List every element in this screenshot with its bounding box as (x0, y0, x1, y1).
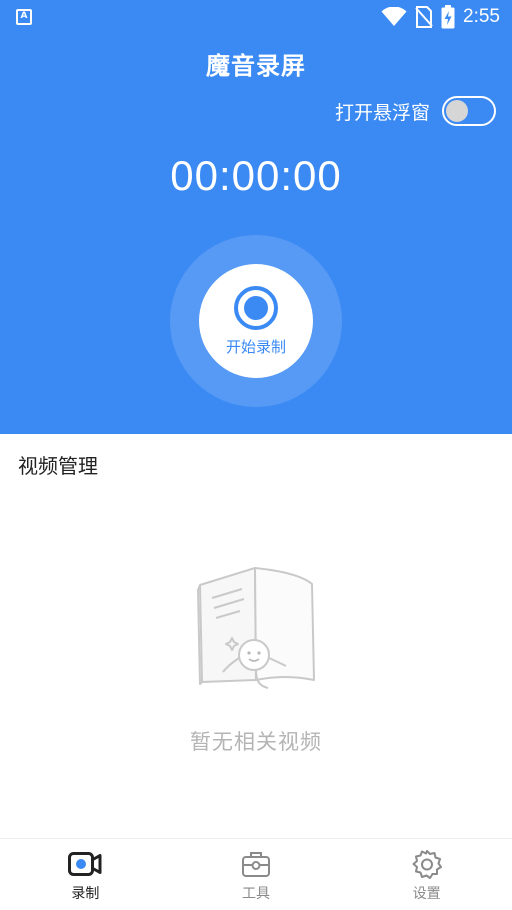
tab-settings[interactable]: 设置 (341, 839, 512, 910)
status-bar: A 2:55 (0, 0, 512, 36)
video-camera-icon (68, 849, 102, 879)
record-dot (244, 296, 268, 320)
tab-record[interactable]: 录制 (0, 839, 171, 910)
empty-state-text: 暂无相关视频 (190, 730, 322, 754)
app-title: 魔音录屏 (206, 52, 306, 80)
header-panel: A 2:55 魔音录屏 打开悬浮窗 00:00:00 开始录制 (0, 0, 512, 434)
toolbox-icon (239, 849, 273, 879)
tab-record-label: 录制 (71, 886, 100, 902)
app-notification-icon: A (16, 9, 32, 25)
floating-window-label: 打开悬浮窗 (334, 101, 430, 124)
toggle-knob (446, 100, 468, 122)
tab-settings-label: 设置 (412, 886, 441, 902)
floating-window-toggle[interactable] (442, 96, 496, 126)
bottom-tab-bar: 录制 工具 设置 (0, 838, 512, 910)
tab-tools-label: 工具 (242, 886, 270, 902)
status-time: 2:55 (463, 6, 500, 27)
video-management-title: 视频管理 (18, 454, 98, 478)
empty-book-illustration (197, 567, 315, 689)
start-recording-label: 开始录制 (225, 338, 286, 356)
tab-tools[interactable]: 工具 (171, 839, 342, 910)
battery-charging-icon (441, 5, 455, 29)
recording-timer: 00:00:00 (170, 152, 342, 199)
status-icons: 2:55 (381, 4, 500, 30)
gear-icon (410, 849, 444, 879)
no-sim-icon (415, 6, 433, 28)
wifi-icon (381, 7, 407, 26)
start-recording-button[interactable]: 开始录制 (199, 264, 313, 378)
floating-window-row: 打开悬浮窗 (335, 96, 496, 126)
record-icon (234, 286, 278, 330)
